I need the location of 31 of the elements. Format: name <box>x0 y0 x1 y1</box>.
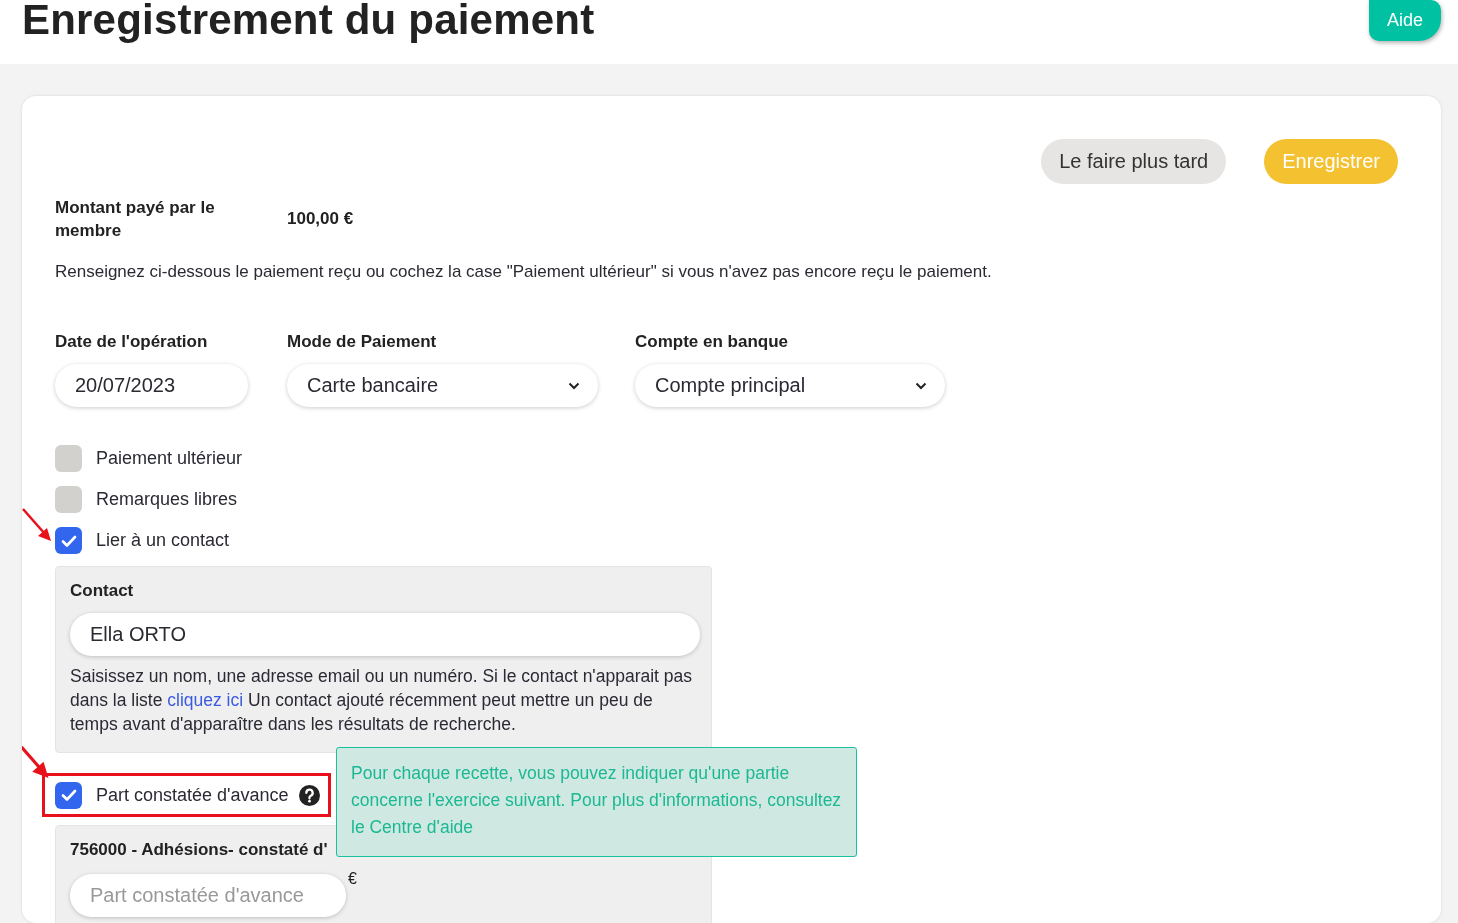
check-icon <box>60 534 77 547</box>
checkbox-label: Lier à un contact <box>96 530 230 551</box>
help-text: Saisissez un nom, une adresse email ou un numéro. Si le contact n'apparait pas dans la liste cliquez ici Un contact ajouté récemment peut mettre un peu de temps avant d'apparaître dans les résultats de recherche. <box>70 665 694 736</box>
field-label: Compte en banque <box>635 332 789 352</box>
chevron-down-icon <box>568 381 580 390</box>
page-title: Enregistrement du paiement <box>22 0 595 42</box>
field-label: Date de l'opération <box>55 332 209 352</box>
later-button[interactable]: Le faire plus tard <box>1041 139 1227 184</box>
tooltip: Pour chaque recette, vous pouvez indiquer qu'une partie concerne l'exercice suivant. Pour plus d'informations, consultez le Centre d'aide <box>336 747 857 857</box>
checkbox[interactable] <box>55 445 82 472</box>
checkbox-label: Paiement ultérieur <box>96 448 243 469</box>
checkbox[interactable] <box>55 486 82 513</box>
contact-field[interactable]: Ella ORTO <box>70 613 700 656</box>
help-link[interactable]: cliquez ici <box>167 690 244 710</box>
help-icon[interactable] <box>298 784 320 806</box>
checkbox[interactable] <box>55 781 82 809</box>
checkbox-label: Part constatée d'avance <box>96 784 289 806</box>
amount-label: Montant payé par le membre <box>55 197 216 242</box>
date-field[interactable]: 20/07/2023 <box>55 364 248 407</box>
checkbox[interactable] <box>55 527 82 554</box>
select-field[interactable]: Compte principal <box>635 364 945 407</box>
amount-value: 100,00 € <box>287 209 354 229</box>
checkbox-label: Remarques libres <box>96 489 238 510</box>
select-field[interactable]: Carte bancaire <box>287 364 598 407</box>
field-label: Mode de Paiement <box>287 332 438 352</box>
instructions-text: Renseignez ci-dessous le paiement reçu ou cochez la case "Paiement ultérieur" si vous n'avez pas encore reçu le paiement. <box>55 262 993 282</box>
chevron-down-icon <box>915 381 927 390</box>
currency-symbol: € <box>348 870 357 888</box>
account-label: 756000 - Adhésions- constaté d' <box>70 840 328 860</box>
check-icon <box>60 789 77 801</box>
field-label: Contact <box>70 581 135 601</box>
